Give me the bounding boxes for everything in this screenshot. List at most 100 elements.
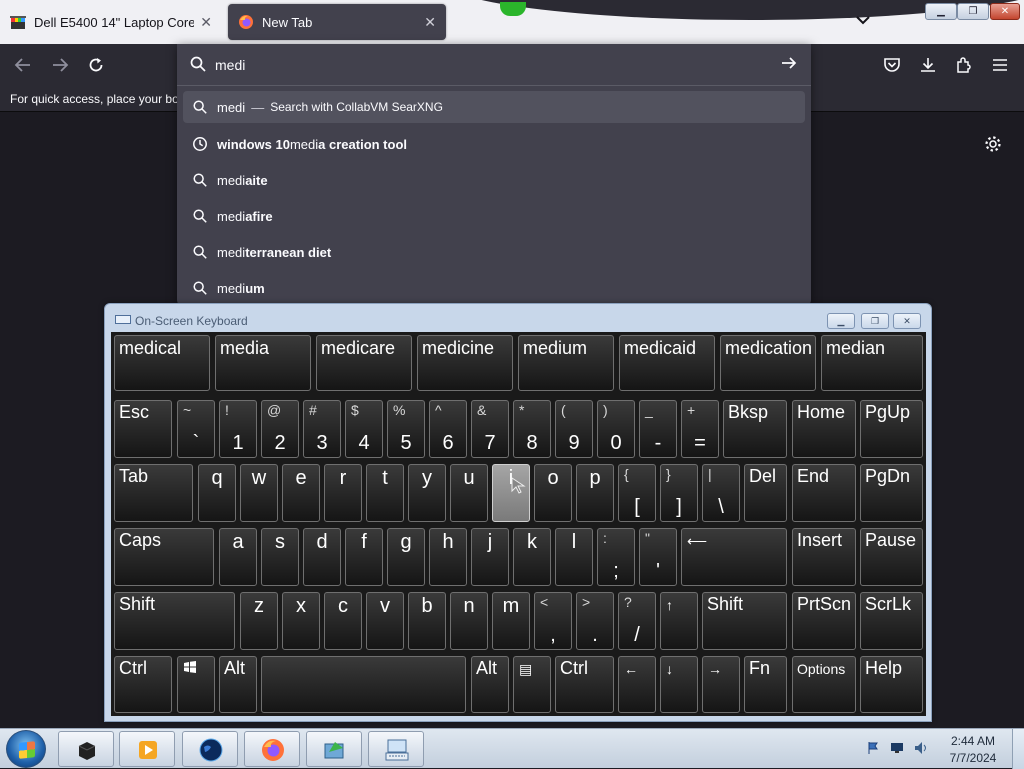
key-pause[interactable]: Pause xyxy=(860,528,923,586)
key-z[interactable]: z xyxy=(240,592,278,650)
key-d[interactable]: d xyxy=(303,528,341,586)
key-k[interactable]: k xyxy=(513,528,551,586)
key-8[interactable]: * 8 xyxy=(513,400,551,458)
key-equals[interactable]: + = xyxy=(681,400,719,458)
action-center-flag-icon[interactable] xyxy=(866,741,880,755)
start-button[interactable] xyxy=(6,730,46,768)
extensions-puzzle-icon[interactable] xyxy=(953,54,975,76)
key-right-alt[interactable]: Alt xyxy=(471,656,509,713)
tab-close-icon[interactable]: ✕ xyxy=(424,14,436,31)
key-pgup[interactable]: PgUp xyxy=(860,400,923,458)
key-prtscn[interactable]: PrtScn xyxy=(792,592,856,650)
go-arrow-icon[interactable] xyxy=(779,54,799,74)
key-up-arrow[interactable]: ↑ xyxy=(660,592,698,650)
key-semicolon[interactable]: :; xyxy=(597,528,635,586)
key-left-alt[interactable]: Alt xyxy=(219,656,257,713)
key-f[interactable]: f xyxy=(345,528,383,586)
key-backspace[interactable]: Bksp xyxy=(723,400,787,458)
key-b[interactable]: b xyxy=(408,592,446,650)
key-right-arrow[interactable]: → xyxy=(702,656,740,713)
key-r[interactable]: r xyxy=(324,464,362,522)
urlbar-input[interactable] xyxy=(215,54,755,76)
prediction-key[interactable]: median xyxy=(821,335,923,391)
key-c[interactable]: c xyxy=(324,592,362,650)
osk-titlebar[interactable]: On-Screen Keyboard ▁ ❐ ✕ xyxy=(105,304,931,330)
taskbar-media-player-button[interactable] xyxy=(119,731,175,767)
key-m[interactable]: m xyxy=(492,592,530,650)
key-v[interactable]: v xyxy=(366,592,404,650)
window-maximize-button[interactable]: ❐ xyxy=(957,3,989,20)
key-w[interactable]: w xyxy=(240,464,278,522)
key-left-ctrl[interactable]: Ctrl xyxy=(114,656,172,713)
tab-close-icon[interactable]: ✕ xyxy=(200,14,212,31)
taskbar-firefox-button[interactable] xyxy=(244,731,300,767)
key-7[interactable]: & 7 xyxy=(471,400,509,458)
key-t[interactable]: t xyxy=(366,464,404,522)
key-backslash[interactable]: | \ xyxy=(702,464,740,522)
key-fn[interactable]: Fn xyxy=(744,656,787,713)
forward-arrow-icon[interactable] xyxy=(49,54,71,76)
prediction-key[interactable]: medical xyxy=(114,335,210,391)
key-down-arrow[interactable]: ↓ xyxy=(660,656,698,713)
key-l[interactable]: l xyxy=(555,528,593,586)
key-context-menu[interactable]: ▤ xyxy=(513,656,551,713)
key-del[interactable]: Del xyxy=(744,464,787,522)
key-s[interactable]: s xyxy=(261,528,299,586)
taskbar-globe-button[interactable] xyxy=(182,731,238,767)
key-9[interactable]: (9 xyxy=(555,400,593,458)
key-left-shift[interactable]: Shift xyxy=(114,592,235,650)
osk-close-button[interactable]: ✕ xyxy=(893,313,921,329)
prediction-key[interactable]: medicine xyxy=(417,335,513,391)
newtab-settings-gear-icon[interactable] xyxy=(982,133,1004,155)
key-2[interactable]: @2 xyxy=(261,400,299,458)
reload-icon[interactable] xyxy=(85,54,107,76)
key-0[interactable]: ) 0 xyxy=(597,400,635,458)
key-i[interactable]: i xyxy=(492,464,530,522)
key-pgdn[interactable]: PgDn xyxy=(860,464,923,522)
suggestion-search[interactable]: medi afire xyxy=(183,200,805,232)
key-left-bracket[interactable]: {[ xyxy=(618,464,656,522)
key-minus[interactable]: _ - xyxy=(639,400,677,458)
key-right-bracket[interactable]: }] xyxy=(660,464,698,522)
key-quote[interactable]: " ' xyxy=(639,528,677,586)
tab-new-tab[interactable]: New Tab ✕ xyxy=(228,4,446,40)
key-right-shift[interactable]: Shift xyxy=(702,592,787,650)
prediction-key[interactable]: medicare xyxy=(316,335,412,391)
key-left-arrow[interactable]: ← xyxy=(618,656,656,713)
key-right-ctrl[interactable]: Ctrl xyxy=(555,656,614,713)
key-x[interactable]: x xyxy=(282,592,320,650)
key-h[interactable]: h xyxy=(429,528,467,586)
key-insert[interactable]: Insert xyxy=(792,528,856,586)
osk-minimize-button[interactable]: ▁ xyxy=(827,313,855,329)
key-p[interactable]: p xyxy=(576,464,614,522)
key-1[interactable]: ! 1 xyxy=(219,400,257,458)
key-end[interactable]: End xyxy=(792,464,856,522)
tab-dell-laptop[interactable]: Dell E5400 14" Laptop Core 2 Du ✕ xyxy=(0,4,222,40)
suggestion-history[interactable]: windows 10 medi a creation tool xyxy=(183,128,805,160)
key-a[interactable]: a xyxy=(219,528,257,586)
network-monitor-icon[interactable] xyxy=(890,741,904,755)
taskbar-explorer-button[interactable] xyxy=(58,731,114,767)
key-comma[interactable]: <, xyxy=(534,592,572,650)
prediction-key[interactable]: medicaid xyxy=(619,335,715,391)
osk-restore-button[interactable]: ❐ xyxy=(861,313,889,329)
key-g[interactable]: g xyxy=(387,528,425,586)
suggestion-search[interactable]: medi aite xyxy=(183,164,805,196)
key-home[interactable]: Home xyxy=(792,400,856,458)
key-period[interactable]: >. xyxy=(576,592,614,650)
suggestion-search-engine[interactable]: medi — Search with CollabVM SearXNG xyxy=(183,91,805,123)
key-q[interactable]: q xyxy=(198,464,236,522)
key-scrlk[interactable]: ScrLk xyxy=(860,592,923,650)
window-close-button[interactable]: ✕ xyxy=(990,3,1020,20)
show-desktop-button[interactable] xyxy=(1012,729,1024,769)
prediction-key[interactable]: medium xyxy=(518,335,614,391)
key-slash[interactable]: ? / xyxy=(618,592,656,650)
window-minimize-button[interactable]: ▁ xyxy=(925,3,957,20)
list-all-tabs-chevron-down-icon[interactable] xyxy=(856,12,870,28)
key-tab[interactable]: Tab xyxy=(114,464,193,522)
key-5[interactable]: % 5 xyxy=(387,400,425,458)
key-enter[interactable]: ⟵ xyxy=(681,528,787,586)
key-esc[interactable]: Esc xyxy=(114,400,172,458)
prediction-key[interactable]: media xyxy=(215,335,311,391)
taskbar-on-screen-keyboard-button[interactable] xyxy=(368,731,424,767)
